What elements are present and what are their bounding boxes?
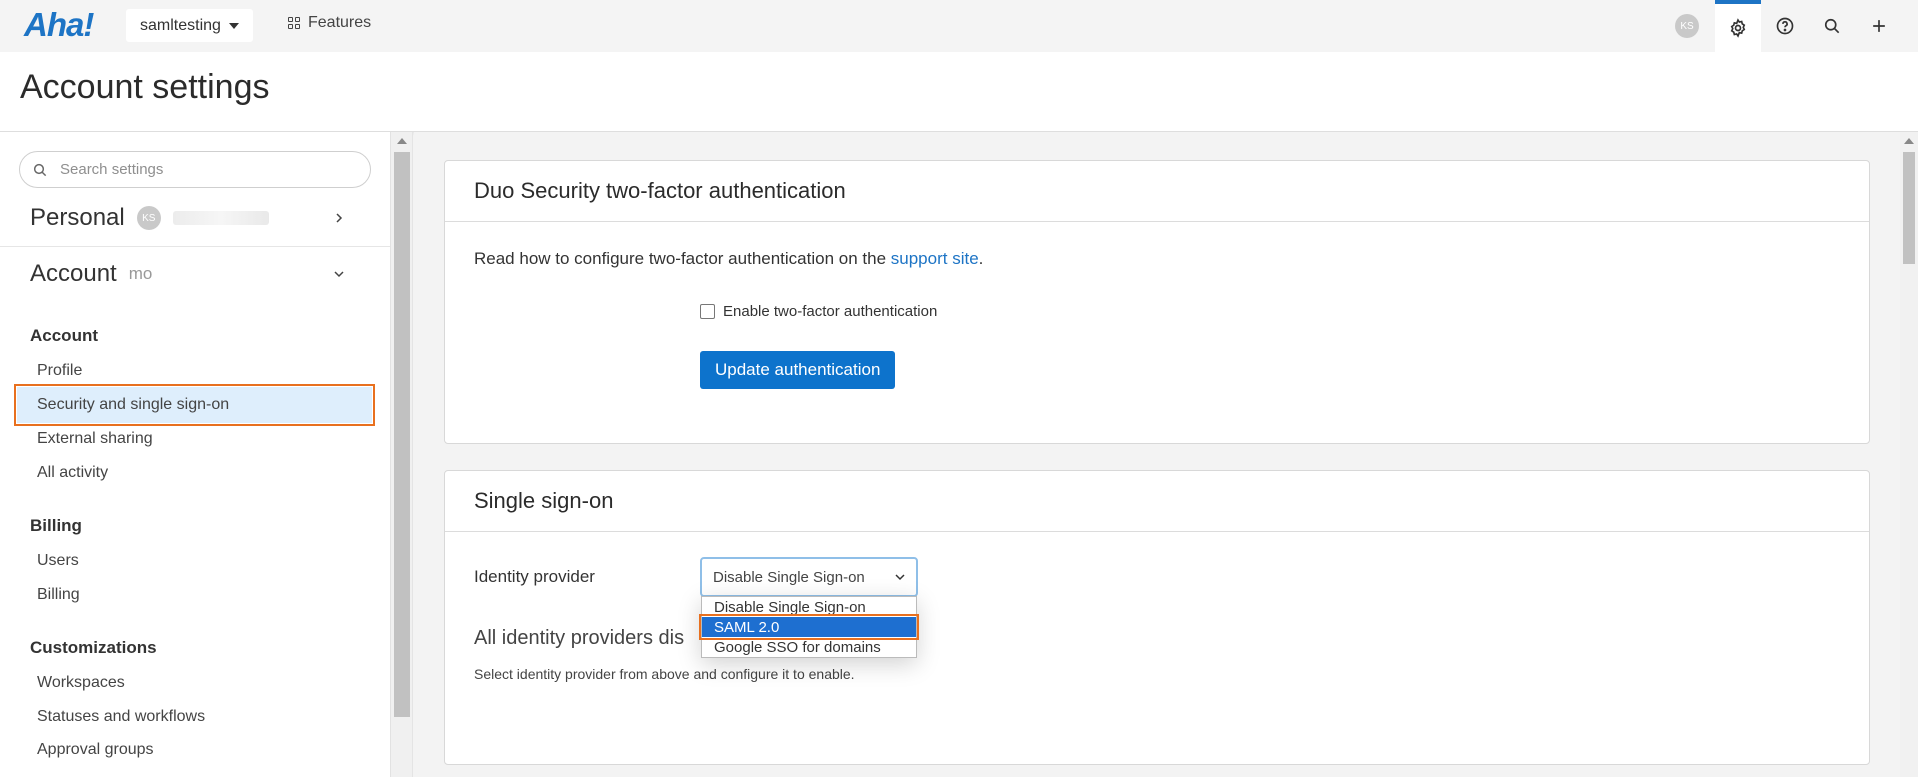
page-title: Account settings [20,68,270,106]
nav-item-billing[interactable]: Billing [17,577,372,613]
caret-down-icon [228,22,239,29]
user-avatar[interactable]: KS [1675,14,1699,38]
duo-panel-title: Duo Security two-factor authentication [474,178,846,203]
scroll-up-arrow-icon[interactable] [397,138,407,144]
all-providers-text: All identity providers dis [474,627,685,649]
account-name: mo [128,264,153,283]
workspace-switcher[interactable]: samltesting [126,9,253,42]
scroll-up-arrow-icon[interactable] [1904,138,1914,144]
identity-provider-value: Disable Single Sign-on [713,568,865,586]
search-icon [1824,18,1840,34]
main-scrollbar[interactable] [1900,132,1918,777]
option-disable-sso[interactable]: Disable Single Sign-on [702,597,916,617]
sso-panel-title: Single sign-on [474,488,614,513]
account-section-toggle[interactable]: Account mo [30,260,371,288]
nav-item-profile[interactable]: Profile [17,353,372,389]
main-content: Duo Security two-factor authentication R… [414,132,1900,777]
chevron-down-icon [334,271,344,278]
option-google-sso[interactable]: Google SSO for domains [702,637,916,657]
sso-panel-header: Single sign-on [445,471,1869,532]
add-button[interactable] [1856,0,1902,52]
page-header: Account settings [0,52,1918,132]
identity-provider-select[interactable]: Disable Single Sign-on [700,557,918,597]
personal-label: Personal [30,204,125,231]
search-button[interactable] [1809,0,1855,52]
duo-info-text: Read how to configure two-factor authent… [474,249,983,269]
duo-info-suffix: . [978,249,984,268]
settings-sidebar: Personal KS Account mo Account Profile S… [0,132,391,777]
enable-2fa-label: Enable two-factor authentication [723,303,938,320]
enable-2fa-row[interactable]: Enable two-factor authentication [700,303,937,320]
duo-panel: Duo Security two-factor authentication R… [444,160,1870,444]
group-heading-customizations: Customizations [30,638,157,657]
features-label: Features [308,14,372,31]
settings-button[interactable] [1715,0,1761,52]
identity-provider-label: Identity provider [474,567,595,586]
support-site-link[interactable]: support site [891,249,979,268]
top-bar: Aha! samltesting Features KS [0,0,1918,52]
nav-item-statuses-workflows[interactable]: Statuses and workflows [17,699,372,735]
aha-logo[interactable]: Aha! [24,6,94,44]
nav-item-all-activity[interactable]: All activity [17,455,372,491]
features-link[interactable]: Features [288,14,371,32]
nav-item-workspaces[interactable]: Workspaces [17,665,372,701]
nav-item-users[interactable]: Users [17,543,372,579]
gear-icon [1730,18,1746,38]
nav-item-security-sso[interactable]: Security and single sign-on [14,384,375,426]
sso-panel: Single sign-on Identity provider Disable… [444,470,1870,765]
update-authentication-button[interactable]: Update authentication [700,351,896,389]
nav-item-approval-groups[interactable]: Approval groups [17,732,372,768]
duo-info-prefix: Read how to configure two-factor authent… [474,249,891,268]
duo-panel-header: Duo Security two-factor authentication [445,161,1869,222]
grid-icon [288,17,300,29]
account-label: Account [30,260,117,287]
group-heading-account: Account [30,326,98,345]
nav-item-external-sharing[interactable]: External sharing [17,421,372,457]
main-scroll-thumb[interactable] [1903,152,1915,264]
search-icon [33,163,47,176]
personal-section-toggle[interactable]: Personal KS [30,204,371,232]
group-heading-billing: Billing [30,516,82,535]
help-button[interactable] [1762,0,1808,52]
option-saml-2[interactable]: SAML 2.0 [699,614,919,640]
enable-2fa-checkbox[interactable] [700,304,715,319]
settings-search[interactable] [19,151,371,188]
help-icon [1776,17,1794,35]
personal-avatar: KS [136,206,161,230]
section-divider [0,246,390,247]
sidebar-scrollbar[interactable] [391,132,413,777]
redacted-user-name [172,211,269,225]
plus-icon [1873,20,1885,32]
identity-provider-help: Select identity provider from above and … [474,666,855,682]
chevron-right-icon [336,213,343,223]
settings-search-input[interactable] [60,161,340,178]
identity-provider-dropdown: Disable Single Sign-on SAML 2.0 Google S… [699,596,919,658]
chevron-down-icon [895,574,905,581]
sidebar-scroll-thumb[interactable] [394,152,410,717]
workspace-name: samltesting [140,16,221,34]
